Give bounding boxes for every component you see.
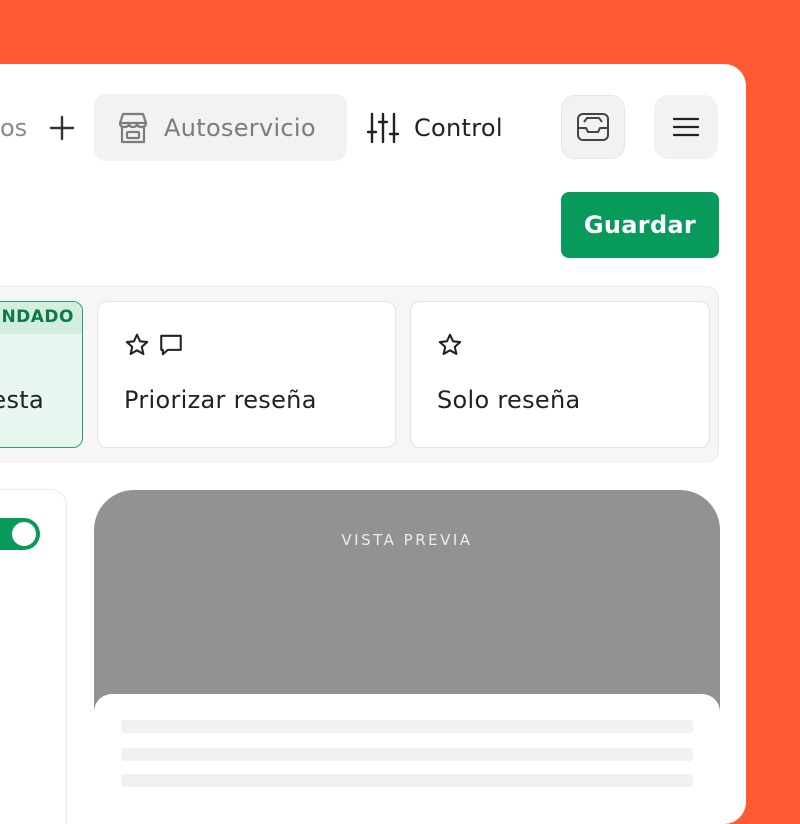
tab-autoservicio[interactable]: Autoservicio [94,94,347,161]
app-window: os Autoservicio Control Guardar NDADO st… [0,64,746,824]
tab-control-label: Control [414,113,503,142]
menu-button[interactable] [654,95,718,159]
hamburger-menu-icon [673,117,699,137]
skeleton-line [121,748,693,761]
tab-autoservicio-label: Autoservicio [164,113,316,142]
toggle-knob [12,522,36,546]
chat-bubble-icon [160,334,182,356]
skeleton-line [121,774,693,787]
star-icon [438,333,462,356]
skeleton-line [121,720,693,733]
store-icon [114,109,152,147]
preview-label: VISTA PREVIA [341,531,473,549]
star-icon [125,333,149,356]
tray-icon [577,113,609,141]
option-card-priorizar-resena[interactable]: Priorizar reseña [97,301,396,448]
option-card-recommended[interactable]: ENDADO esta [0,301,83,448]
option-card-label: esta [0,386,44,414]
option-card-label: Solo reseña [437,386,581,414]
option-card-label: Priorizar reseña [124,386,317,414]
sliders-icon [364,109,402,147]
nav-tab-partial[interactable]: os [0,112,28,144]
tab-control[interactable]: Control [364,94,534,161]
option-card-solo-resena[interactable]: Solo reseña [410,301,710,448]
settings-toggle[interactable] [0,518,40,550]
plus-icon [49,115,75,141]
save-button[interactable]: Guardar [561,192,719,258]
preview-panel: VISTA PREVIA [94,490,720,824]
preview-sheet [94,694,720,824]
add-tab-button[interactable] [46,112,78,144]
recommended-badge: ENDADO [0,307,74,327]
tray-button[interactable] [561,95,625,159]
